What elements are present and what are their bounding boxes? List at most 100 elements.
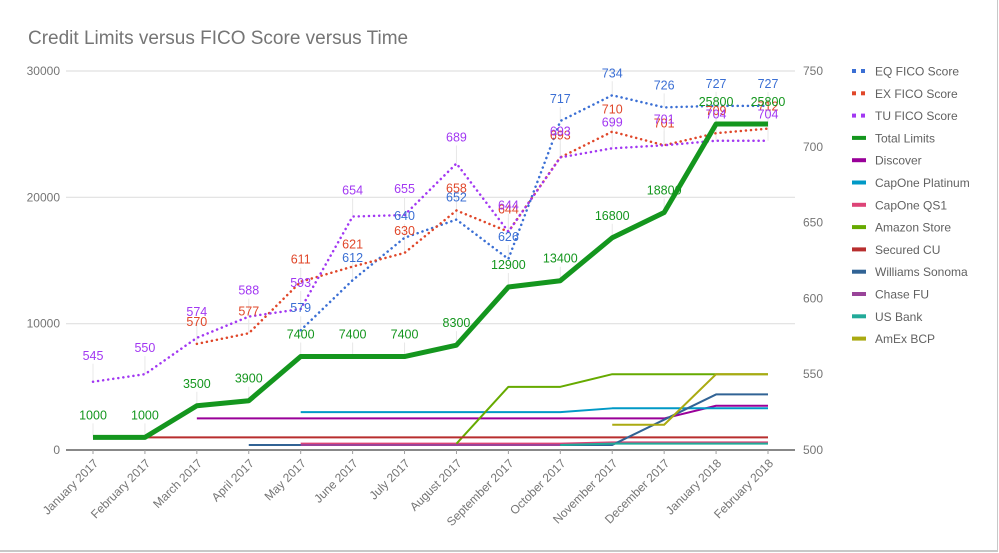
data-label-total-limits: 25800 (751, 95, 786, 109)
legend-label: Discover (875, 154, 922, 168)
legend-label: Amazon Store (875, 221, 951, 235)
legend-label: Total Limits (875, 131, 935, 145)
legend-item-chase-fu: Chase FU (852, 288, 929, 302)
data-label-eq-fico-score: 734 (602, 66, 623, 80)
legend-swatch (852, 247, 866, 252)
legend-swatch (852, 314, 866, 319)
data-label-total-limits: 1000 (131, 408, 159, 422)
data-label-tu-fico-score: 704 (706, 108, 727, 122)
legend-swatch (852, 225, 866, 230)
data-label-ex-fico-score: 630 (394, 224, 415, 238)
chart-svg: Credit Limits versus FICO Score versus T… (27, 28, 970, 529)
legend-item-total-limits: Total Limits (852, 131, 935, 145)
data-label-total-limits: 7400 (391, 328, 419, 342)
legend-label: CapOne Platinum (875, 176, 970, 190)
legend-label: US Bank (875, 310, 923, 324)
data-label-tu-fico-score: 689 (446, 130, 467, 144)
legend-swatch (852, 91, 856, 96)
legend-label: CapOne QS1 (875, 198, 947, 212)
data-label-total-limits: 3900 (235, 372, 263, 386)
right-axis-tick-label: 750 (803, 64, 823, 78)
data-label-eq-fico-score: 640 (394, 209, 415, 223)
data-label-total-limits: 18800 (647, 183, 682, 197)
legend-label: AmEx BCP (875, 332, 935, 346)
left-axis-tick-label: 0 (53, 443, 60, 457)
right-axis-tick-label: 600 (803, 291, 823, 305)
data-label-tu-fico-score: 701 (654, 112, 675, 126)
data-label-total-limits: 8300 (443, 316, 471, 330)
legend-item-capone-platinum: CapOne Platinum (852, 176, 970, 190)
legend-item-capone-qs1: CapOne QS1 (852, 198, 947, 212)
data-label-total-limits: 7400 (339, 328, 367, 342)
chart-title: Credit Limits versus FICO Score versus T… (28, 28, 408, 49)
data-label-eq-fico-score: 727 (758, 77, 779, 91)
data-label-tu-fico-score: 545 (83, 349, 104, 363)
left-axis-tick-label: 10000 (27, 317, 61, 331)
legend-swatch (852, 113, 856, 118)
data-label-tu-fico-score: 693 (550, 124, 571, 138)
legend-item-amex-bcp: AmEx BCP (852, 332, 935, 346)
right-axis-tick-label: 500 (803, 443, 823, 457)
x-axis-tick-label: March 2017 (150, 456, 205, 511)
legend-item-discover: Discover (852, 154, 922, 168)
data-label-eq-fico-score: 726 (654, 78, 675, 92)
x-axis-ticks: January 2017February 2017March 2017 April… (40, 450, 776, 529)
legend-swatch (852, 180, 866, 185)
data-label-eq-fico-score: 717 (550, 92, 571, 106)
series-line-eq-fico-score (299, 94, 770, 332)
legend-item-eq-fico-score: EQ FICO Score (852, 65, 959, 79)
legend-label: Williams Sonoma (875, 265, 968, 279)
data-label-eq-fico-score: 727 (706, 77, 727, 91)
data-label-total-limits: 13400 (543, 252, 578, 266)
legend-label: EX FICO Score (875, 87, 958, 101)
right-axis-ticks: 500 550 600 650 700 750 (803, 64, 823, 457)
legend-item-us-bank: US Bank (852, 310, 923, 324)
legend-swatch (852, 135, 866, 140)
left-axis-ticks: 0 10000 20000 30000 (27, 64, 61, 457)
legend-label: Chase FU (875, 288, 929, 302)
legend-label: EQ FICO Score (875, 65, 959, 79)
right-axis-tick-label: 550 (803, 367, 823, 381)
data-label-ex-fico-score: 658 (446, 181, 467, 195)
data-label-tu-fico-score: 574 (186, 305, 207, 319)
data-label-tu-fico-score: 644 (498, 199, 519, 213)
data-label-total-limits: 1000 (79, 408, 107, 422)
data-label-tu-fico-score: 588 (238, 284, 259, 298)
data-label-eq-fico-score: 612 (342, 251, 363, 265)
legend-swatch (852, 292, 866, 296)
data-label-tu-fico-score: 654 (342, 184, 363, 198)
legend-swatch (852, 202, 866, 207)
data-label-eq-fico-score: 626 (498, 230, 519, 244)
legend-item-amazon-store: Amazon Store (852, 221, 951, 235)
left-axis-tick-label: 20000 (27, 190, 61, 204)
series-line-us-bank (560, 442, 768, 446)
series-line-ex-fico-score (195, 127, 770, 346)
legend-swatch (852, 158, 866, 163)
legend-swatch (852, 269, 866, 274)
data-label-ex-fico-score: 611 (291, 253, 311, 267)
right-axis-tick-label: 650 (803, 216, 823, 230)
legend-item-secured-cu: Secured CU (852, 243, 940, 257)
data-label-tu-fico-score: 699 (602, 115, 623, 129)
legend-swatch (861, 91, 865, 96)
right-axis-tick-label: 700 (803, 140, 823, 154)
data-label-tu-fico-score: 593 (290, 276, 311, 290)
legend-swatch (852, 336, 866, 341)
data-label-eq-fico-score: 579 (290, 301, 311, 315)
data-label-total-limits: 16800 (595, 209, 630, 223)
data-label-tu-fico-score: 704 (758, 108, 779, 122)
gridlines (66, 70, 795, 451)
legend: EQ FICO Score EX FICO Score TU FICO Score T… (852, 65, 970, 346)
data-label-ex-fico-score: 621 (342, 238, 363, 252)
data-label-total-limits: 25800 (699, 95, 734, 109)
chart-frame: Credit Limits versus FICO Score versus T… (0, 0, 998, 552)
legend-label: Secured CU (875, 243, 940, 257)
data-label-total-limits: 12900 (491, 258, 526, 272)
series-line-tu-fico-score (91, 139, 770, 384)
series-line-amex-bcp (612, 373, 768, 426)
data-label-tu-fico-score: 655 (394, 182, 415, 196)
legend-swatch (852, 69, 856, 73)
data-label-total-limits: 7400 (287, 328, 315, 342)
legend-item-williams-sonoma: Williams Sonoma (852, 265, 968, 279)
series-lines (91, 94, 770, 446)
